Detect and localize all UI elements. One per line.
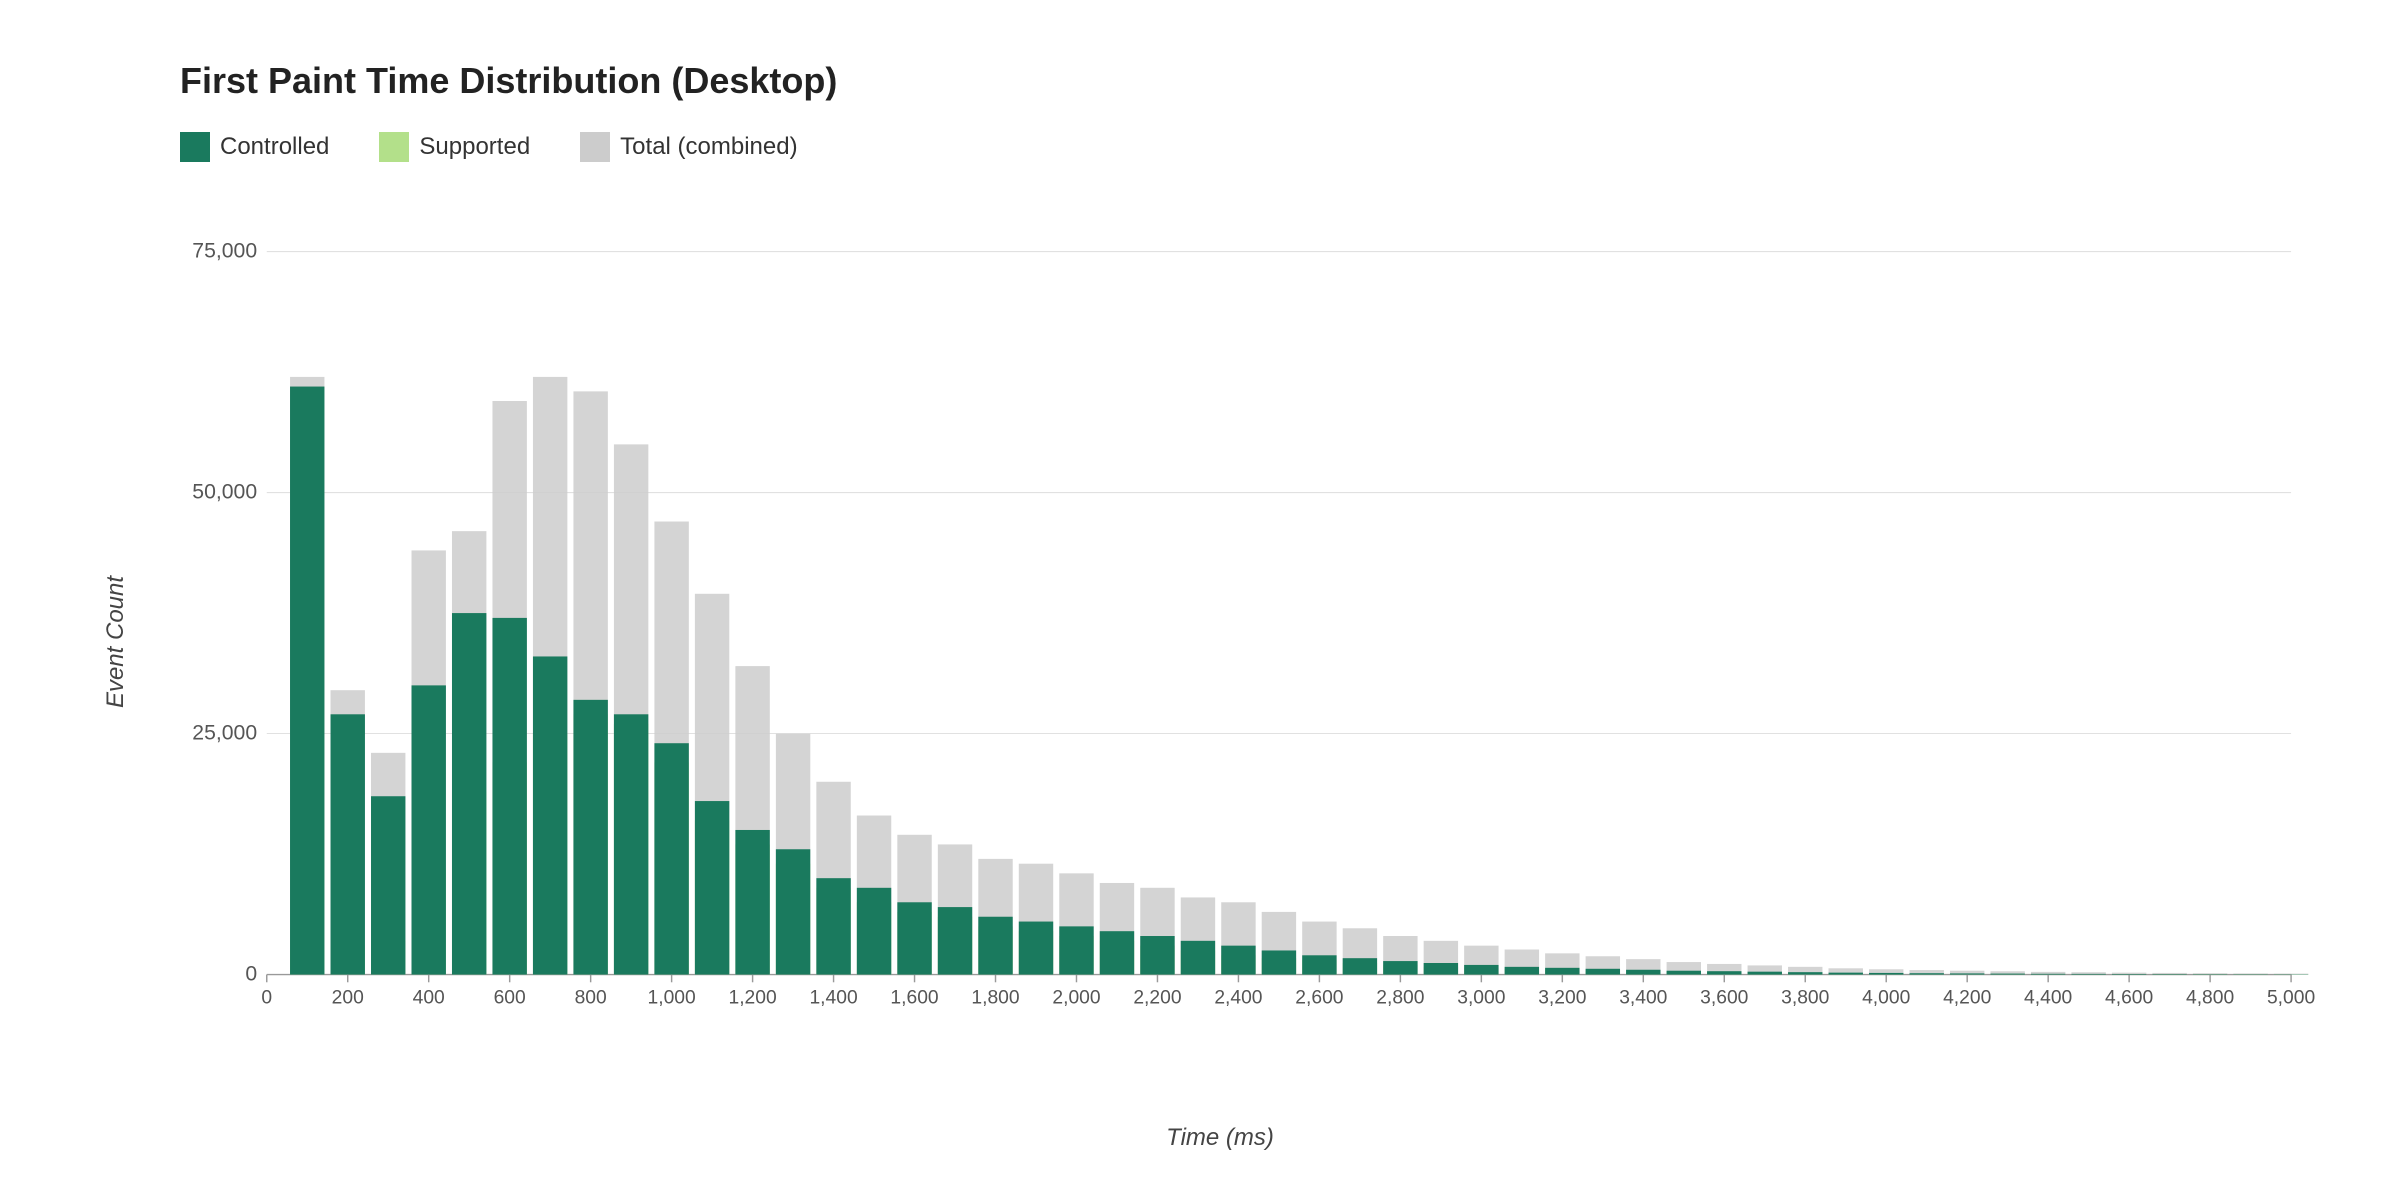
legend-item-controlled: Controlled (180, 132, 329, 162)
svg-text:3,200: 3,200 (1538, 987, 1586, 1008)
svg-text:75,000: 75,000 (192, 239, 257, 262)
chart-title: First Paint Time Distribution (Desktop) (120, 60, 2320, 102)
svg-text:4,600: 4,600 (2105, 987, 2153, 1008)
svg-text:2,000: 2,000 (1052, 987, 1100, 1008)
svg-text:3,800: 3,800 (1781, 987, 1829, 1008)
svg-text:200: 200 (332, 987, 364, 1008)
svg-text:400: 400 (413, 987, 445, 1008)
legend-item-supported: Supported (379, 132, 530, 162)
legend-item-total: Total (combined) (580, 132, 797, 162)
y-axis-label: Event Count (102, 576, 130, 708)
svg-text:4,800: 4,800 (2186, 987, 2234, 1008)
x-axis-label: Time (ms) (1166, 1124, 1274, 1152)
svg-text:1,200: 1,200 (728, 987, 776, 1008)
svg-text:1,600: 1,600 (890, 987, 938, 1008)
svg-text:0: 0 (245, 962, 257, 985)
svg-text:25,000: 25,000 (192, 721, 257, 744)
legend-label-controlled: Controlled (220, 133, 329, 161)
svg-text:3,000: 3,000 (1457, 987, 1505, 1008)
svg-text:2,200: 2,200 (1133, 987, 1181, 1008)
svg-text:4,000: 4,000 (1862, 987, 1910, 1008)
svg-text:5,000: 5,000 (2267, 987, 2315, 1008)
svg-text:4,400: 4,400 (2024, 987, 2072, 1008)
svg-text:800: 800 (575, 987, 607, 1008)
svg-text:1,800: 1,800 (971, 987, 1019, 1008)
chart-container: First Paint Time Distribution (Desktop) … (0, 0, 2400, 1200)
svg-text:3,600: 3,600 (1700, 987, 1748, 1008)
legend-swatch-supported (379, 132, 409, 162)
svg-text:2,800: 2,800 (1376, 987, 1424, 1008)
legend-label-total: Total (combined) (620, 133, 797, 161)
svg-text:600: 600 (494, 987, 526, 1008)
svg-text:1,000: 1,000 (648, 987, 696, 1008)
svg-text:0: 0 (261, 987, 272, 1008)
svg-text:2,400: 2,400 (1214, 987, 1262, 1008)
legend-label-supported: Supported (419, 133, 530, 161)
svg-text:2,600: 2,600 (1295, 987, 1343, 1008)
legend-swatch-controlled (180, 132, 210, 162)
chart-svg: 0 25,000 50,000 75,000 0 200 400 600 800 1,000 1,2… (180, 202, 2320, 1082)
svg-text:50,000: 50,000 (192, 480, 257, 503)
legend-swatch-total (580, 132, 610, 162)
chart-area: Event Count Time (ms) 025,00050,00075,00… (120, 202, 2320, 1082)
svg-text:1,400: 1,400 (809, 987, 857, 1008)
svg-text:4,200: 4,200 (1943, 987, 1991, 1008)
svg-text:3,400: 3,400 (1619, 987, 1667, 1008)
legend: Controlled Supported Total (combined) (120, 132, 2320, 162)
